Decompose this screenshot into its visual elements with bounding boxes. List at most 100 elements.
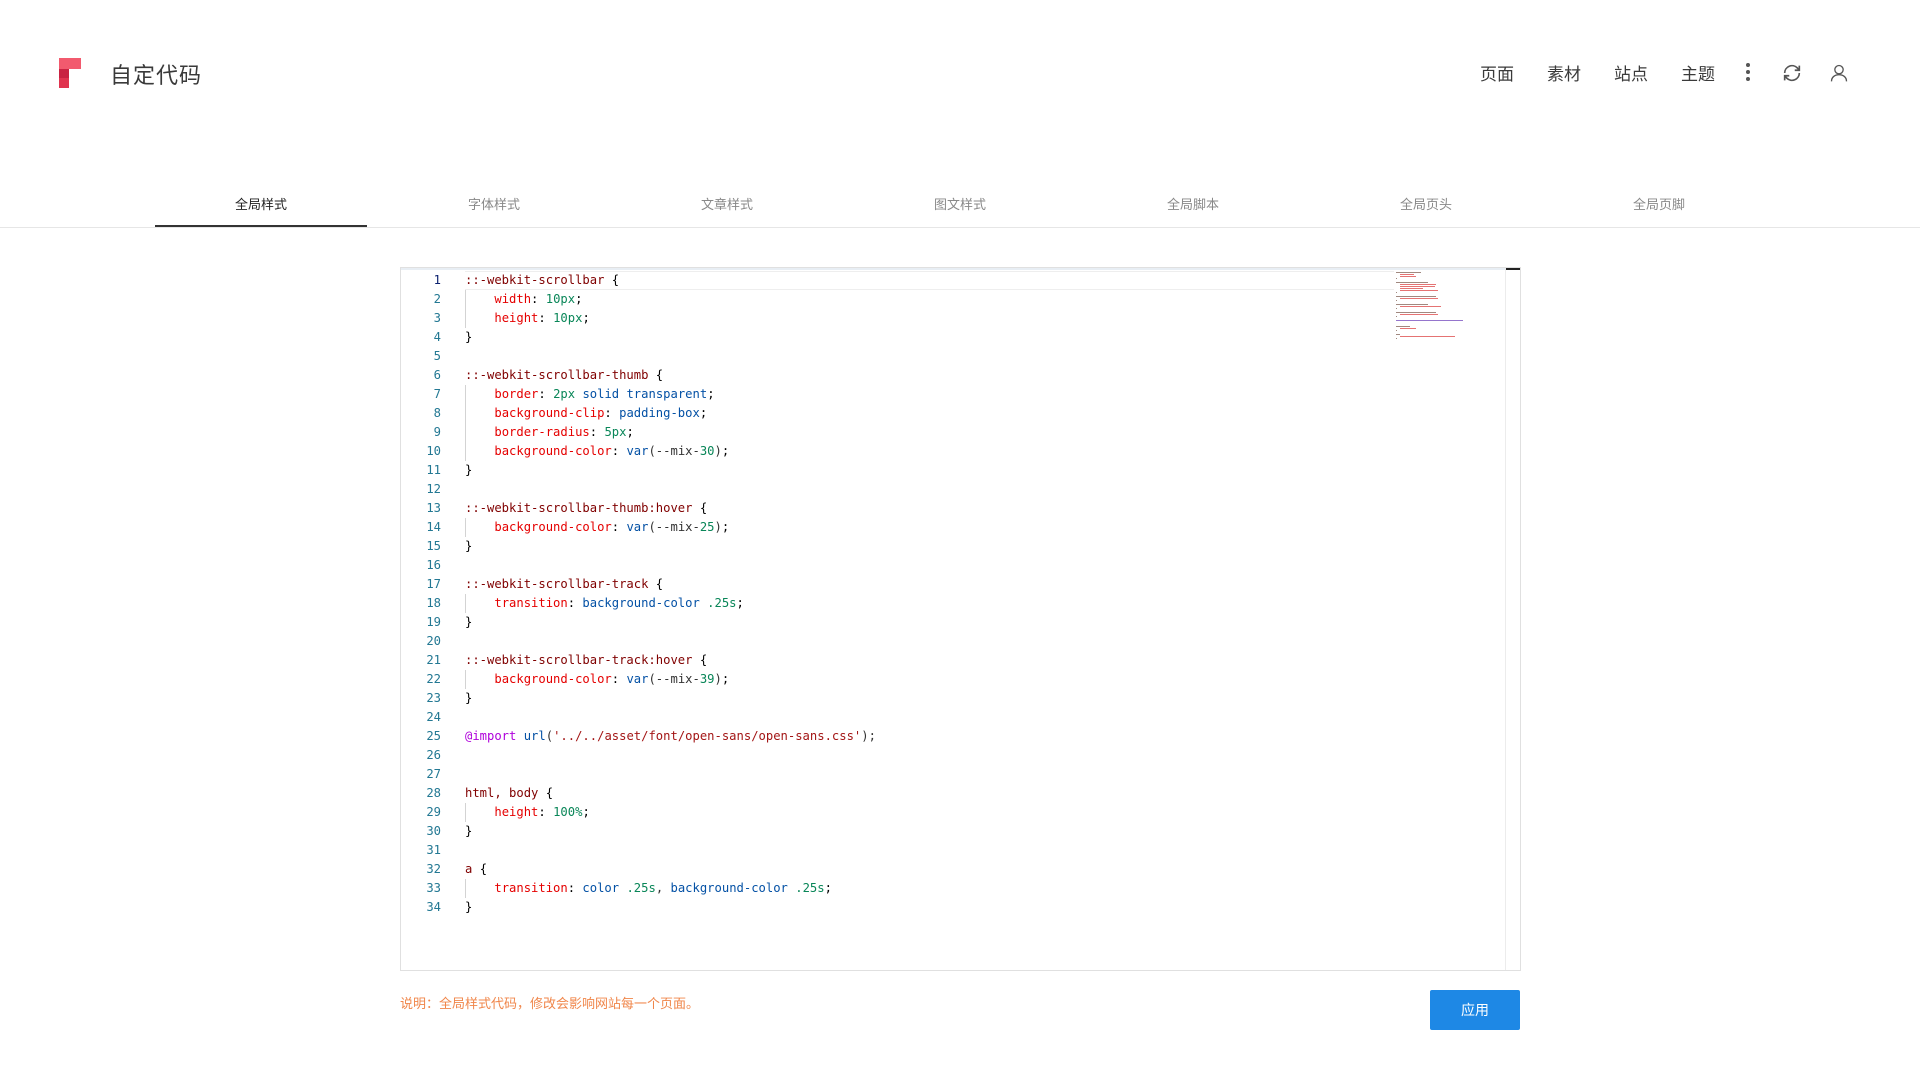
more-vertical-icon[interactable] bbox=[1745, 63, 1751, 81]
line-number: 1 bbox=[433, 273, 441, 287]
code-line[interactable]: transition: background-color .25s; bbox=[465, 594, 1394, 613]
line-number: 6 bbox=[433, 368, 441, 382]
code-line[interactable]: background-clip: padding-box; bbox=[465, 404, 1394, 423]
tab-font-style[interactable]: 字体样式 bbox=[388, 190, 600, 227]
minimap-line bbox=[1400, 288, 1423, 289]
nav-item-sites[interactable]: 站点 bbox=[1614, 60, 1648, 85]
code-line[interactable] bbox=[465, 765, 1394, 784]
code-line[interactable]: width: 10px; bbox=[465, 290, 1394, 309]
line-number: 20 bbox=[426, 634, 441, 648]
code-line[interactable]: } bbox=[465, 613, 1394, 632]
line-number: 25 bbox=[426, 729, 441, 743]
code-line[interactable]: background-color: var(--mix-39); bbox=[465, 670, 1394, 689]
code-line[interactable]: border-radius: 5px; bbox=[465, 423, 1394, 442]
page-title: 自定代码 bbox=[110, 64, 203, 89]
line-number: 34 bbox=[426, 900, 441, 914]
line-number: 13 bbox=[426, 501, 441, 515]
code-line[interactable]: height: 100%; bbox=[465, 803, 1394, 822]
line-number: 15 bbox=[426, 539, 441, 553]
line-number: 18 bbox=[426, 596, 441, 610]
code-line[interactable]: background-color: var(--mix-25); bbox=[465, 518, 1394, 537]
code-line[interactable] bbox=[465, 480, 1394, 499]
code-line[interactable]: ::-webkit-scrollbar-track { bbox=[465, 575, 1394, 594]
minimap-line bbox=[1400, 274, 1415, 275]
code-editor[interactable]: 1 2 3 4 5 6 7 8 9 10 11 12 13 14 15 16 17 18 19 20 21 22 23 24 2… bbox=[400, 267, 1521, 971]
code-line[interactable]: a { bbox=[465, 860, 1394, 879]
minimap-line bbox=[1396, 282, 1429, 283]
code-line[interactable]: @import url('../../asset/font/open-sans/… bbox=[465, 727, 1394, 746]
line-number: 24 bbox=[426, 710, 441, 724]
line-number: 21 bbox=[426, 653, 441, 667]
minimap-line bbox=[1396, 320, 1464, 321]
minimap-line bbox=[1400, 328, 1416, 329]
line-number: 9 bbox=[433, 425, 441, 439]
line-number: 4 bbox=[433, 330, 441, 344]
code-line[interactable]: ::-webkit-scrollbar-track:hover { bbox=[465, 651, 1394, 670]
line-number: 8 bbox=[433, 406, 441, 420]
minimap-line bbox=[1396, 312, 1436, 313]
nav-item-assets[interactable]: 素材 bbox=[1547, 60, 1581, 85]
app-logo bbox=[59, 58, 81, 88]
minimap-line bbox=[1396, 304, 1429, 305]
code-line[interactable]: } bbox=[465, 461, 1394, 480]
code-line[interactable]: transition: color .25s, background-color… bbox=[465, 879, 1394, 898]
line-number: 29 bbox=[426, 805, 441, 819]
code-line[interactable]: ::-webkit-scrollbar-thumb:hover { bbox=[465, 499, 1394, 518]
minimap-line bbox=[1396, 334, 1400, 335]
line-number: 23 bbox=[426, 691, 441, 705]
nav-item-themes[interactable]: 主题 bbox=[1681, 60, 1715, 85]
tab-global-footer[interactable]: 全局页脚 bbox=[1553, 190, 1765, 227]
code-line[interactable]: } bbox=[465, 537, 1394, 556]
code-line[interactable] bbox=[465, 347, 1394, 366]
tab-global-header[interactable]: 全局页头 bbox=[1320, 190, 1532, 227]
code-line[interactable]: height: 10px; bbox=[465, 309, 1394, 328]
minimap-line bbox=[1400, 276, 1416, 277]
tab-article-style[interactable]: 文章样式 bbox=[621, 190, 833, 227]
minimap-line bbox=[1396, 338, 1398, 339]
code-line[interactable]: } bbox=[465, 689, 1394, 708]
code-line[interactable] bbox=[465, 841, 1394, 860]
minimap-line bbox=[1400, 314, 1439, 315]
code-line[interactable]: } bbox=[465, 328, 1394, 347]
minimap-line bbox=[1400, 284, 1436, 285]
line-number: 31 bbox=[426, 843, 441, 857]
minimap-line bbox=[1400, 306, 1441, 307]
line-number: 19 bbox=[426, 615, 441, 629]
refresh-icon[interactable] bbox=[1781, 62, 1803, 84]
code-line[interactable]: html, body { bbox=[465, 784, 1394, 803]
nav-item-pages[interactable]: 页面 bbox=[1480, 60, 1514, 85]
minimap-line bbox=[1400, 290, 1439, 291]
code-line[interactable]: } bbox=[465, 898, 1394, 917]
code-line[interactable] bbox=[465, 556, 1394, 575]
editor-scrollbar[interactable] bbox=[1505, 268, 1520, 970]
line-number: 3 bbox=[433, 311, 441, 325]
minimap-line bbox=[1396, 308, 1398, 309]
code-line[interactable]: ::-webkit-scrollbar-thumb { bbox=[465, 366, 1394, 385]
minimap-line bbox=[1396, 272, 1422, 273]
minimap-line bbox=[1396, 300, 1398, 301]
line-number: 2 bbox=[433, 292, 441, 306]
code-line[interactable] bbox=[465, 708, 1394, 727]
line-number: 16 bbox=[426, 558, 441, 572]
line-number: 14 bbox=[426, 520, 441, 534]
minimap-line bbox=[1396, 278, 1398, 279]
code-minimap[interactable] bbox=[1396, 268, 1506, 343]
code-line[interactable]: background-color: var(--mix-30); bbox=[465, 442, 1394, 461]
tab-media-style[interactable]: 图文样式 bbox=[854, 190, 1066, 227]
minimap-line bbox=[1400, 286, 1435, 287]
tab-global-style[interactable]: 全局样式 bbox=[155, 190, 367, 227]
code-line[interactable] bbox=[465, 632, 1394, 651]
code-line[interactable]: } bbox=[465, 822, 1394, 841]
code-line[interactable]: ::-webkit-scrollbar { bbox=[465, 271, 1394, 290]
code-tabs: 全局样式 字体样式 文章样式 图文样式 全局脚本 全局页头 全局页脚 bbox=[0, 190, 1920, 228]
minimap-line bbox=[1396, 330, 1398, 331]
code-line[interactable]: border: 2px solid transparent; bbox=[465, 385, 1394, 404]
line-number: 22 bbox=[426, 672, 441, 686]
line-number: 27 bbox=[426, 767, 441, 781]
user-icon[interactable] bbox=[1829, 62, 1849, 84]
line-number: 30 bbox=[426, 824, 441, 838]
code-line[interactable] bbox=[465, 746, 1394, 765]
tab-global-script[interactable]: 全局脚本 bbox=[1087, 190, 1299, 227]
line-number: 12 bbox=[426, 482, 441, 496]
apply-button[interactable]: 应用 bbox=[1430, 990, 1520, 1030]
